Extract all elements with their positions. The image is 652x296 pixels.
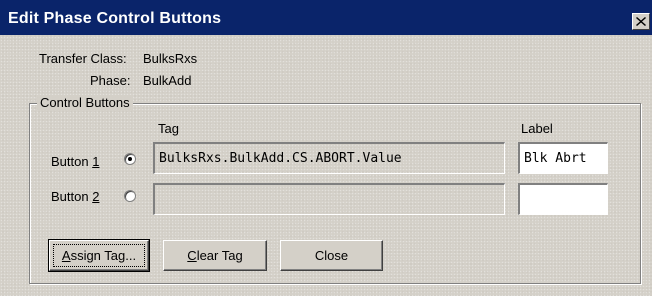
close-dialog-button[interactable]: Close (280, 240, 383, 271)
button-2-tag-field[interactable] (153, 183, 505, 215)
focus-rectangle (53, 244, 145, 267)
transfer-class-value: BulksRxs (143, 51, 198, 66)
button-1-radio[interactable] (124, 153, 136, 165)
clear-tag-label: Clear Tag (187, 248, 243, 263)
phase-label: Phase: (90, 73, 131, 88)
title-bar[interactable]: Edit Phase Control Buttons (0, 0, 652, 35)
transfer-class-label: Transfer Class: (39, 51, 127, 66)
button-1-label: Button 1 (51, 154, 100, 169)
button-2-radio[interactable] (124, 190, 136, 202)
assign-tag-button[interactable]: Assign Tag... (48, 239, 150, 272)
clear-tag-button[interactable]: Clear Tag (163, 240, 267, 271)
close-button-label: Close (314, 248, 349, 263)
radio-selected-dot (128, 157, 132, 161)
close-icon (636, 17, 646, 26)
tag-column-header: Tag (158, 121, 179, 136)
close-button[interactable] (632, 13, 650, 30)
dialog-window: Edit Phase Control Buttons Transfer Clas… (0, 0, 652, 296)
button-1-tag-field[interactable]: BulksRxs.BulkAdd.CS.ABORT.Value (153, 142, 505, 174)
phase-value: BulkAdd (143, 73, 192, 88)
button-2-label-field[interactable] (518, 183, 608, 215)
button-2-label: Button 2 (51, 189, 100, 204)
control-buttons-legend: Control Buttons (37, 95, 133, 110)
button-1-label-field[interactable]: Blk Abrt (518, 142, 608, 174)
label-column-header: Label (521, 121, 553, 136)
window-title: Edit Phase Control Buttons (8, 10, 222, 27)
